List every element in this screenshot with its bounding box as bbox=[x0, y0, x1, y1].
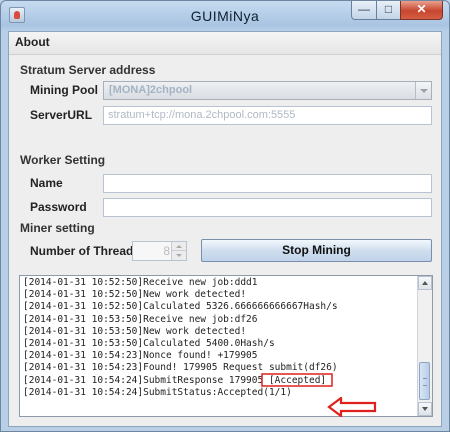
spinner-down-icon[interactable] bbox=[172, 251, 186, 260]
log-line: [2014-01-31 10:53:50]Receive new job:df2… bbox=[23, 313, 258, 325]
password-label: Password bbox=[30, 200, 87, 214]
password-field[interactable] bbox=[103, 198, 432, 217]
stratum-heading: Stratum Server address bbox=[20, 63, 156, 77]
scroll-up-icon[interactable] bbox=[418, 276, 432, 290]
name-label: Name bbox=[30, 176, 63, 190]
log-line: [2014-01-31 10:53:50]New work detected! bbox=[23, 325, 247, 337]
scroll-down-icon[interactable] bbox=[418, 402, 432, 416]
log-area[interactable]: [2014-01-31 10:52:50]Receive new job:ddd… bbox=[19, 275, 433, 417]
annotation-arrow-icon bbox=[327, 397, 377, 417]
title-bar[interactable]: GUIMiNya — □ ✕ bbox=[1, 1, 449, 31]
close-icon: ✕ bbox=[416, 2, 427, 16]
menu-about[interactable]: About bbox=[15, 35, 50, 49]
mining-pool-label: Mining Pool bbox=[30, 83, 98, 97]
log-line: [2014-01-31 10:52:50]Calculated 5326.666… bbox=[23, 301, 338, 313]
log-line: [2014-01-31 10:54:24]SubmitResponse 1799… bbox=[23, 374, 327, 386]
spinner-buttons bbox=[171, 242, 186, 260]
minimize-icon: — bbox=[358, 2, 370, 16]
maximize-button[interactable]: □ bbox=[376, 1, 401, 20]
log-line: [2014-01-31 10:54:23]Found! 179905 Reque… bbox=[23, 362, 338, 374]
close-button[interactable]: ✕ bbox=[400, 1, 443, 20]
stop-mining-button[interactable]: Stop Mining bbox=[201, 239, 432, 262]
worker-heading: Worker Setting bbox=[20, 153, 106, 167]
client-area: About Stratum Server address Mining Pool… bbox=[8, 31, 442, 427]
mining-pool-select[interactable]: [MONA]2chpool bbox=[103, 81, 432, 100]
server-url-field[interactable]: stratum+tcp://mona.2chpool.com:5555 bbox=[103, 106, 432, 125]
server-url-label: ServerURL bbox=[30, 108, 93, 122]
log-line: [2014-01-31 10:53:50]Calculated 5400.0Ha… bbox=[23, 338, 275, 350]
threads-label: Number of Thread bbox=[30, 244, 134, 258]
maximize-icon: □ bbox=[384, 2, 393, 16]
scroll-thumb[interactable] bbox=[419, 362, 430, 400]
menu-bar: About bbox=[9, 32, 441, 55]
minimize-button[interactable]: — bbox=[351, 1, 377, 20]
name-field[interactable] bbox=[103, 174, 432, 193]
chevron-down-icon[interactable] bbox=[415, 82, 431, 99]
log-line: [2014-01-31 10:52:50]New work detected! bbox=[23, 289, 247, 301]
spinner-up-icon[interactable] bbox=[172, 242, 186, 251]
threads-spinner[interactable]: 8 bbox=[132, 241, 187, 261]
threads-value: 8 bbox=[163, 244, 170, 258]
log-line: [2014-01-31 10:52:50]Receive new job:ddd… bbox=[23, 277, 258, 288]
app-window: GUIMiNya — □ ✕ About Stratum Server addr… bbox=[0, 0, 450, 432]
log-line: [2014-01-31 10:54:23]Nonce found! +17990… bbox=[23, 350, 258, 362]
log-lines: [2014-01-31 10:52:50]Receive new job:ddd… bbox=[23, 277, 415, 399]
log-scrollbar[interactable] bbox=[417, 276, 432, 416]
mining-pool-value: [MONA]2chpool bbox=[109, 84, 193, 96]
miner-heading: Miner setting bbox=[20, 221, 95, 235]
